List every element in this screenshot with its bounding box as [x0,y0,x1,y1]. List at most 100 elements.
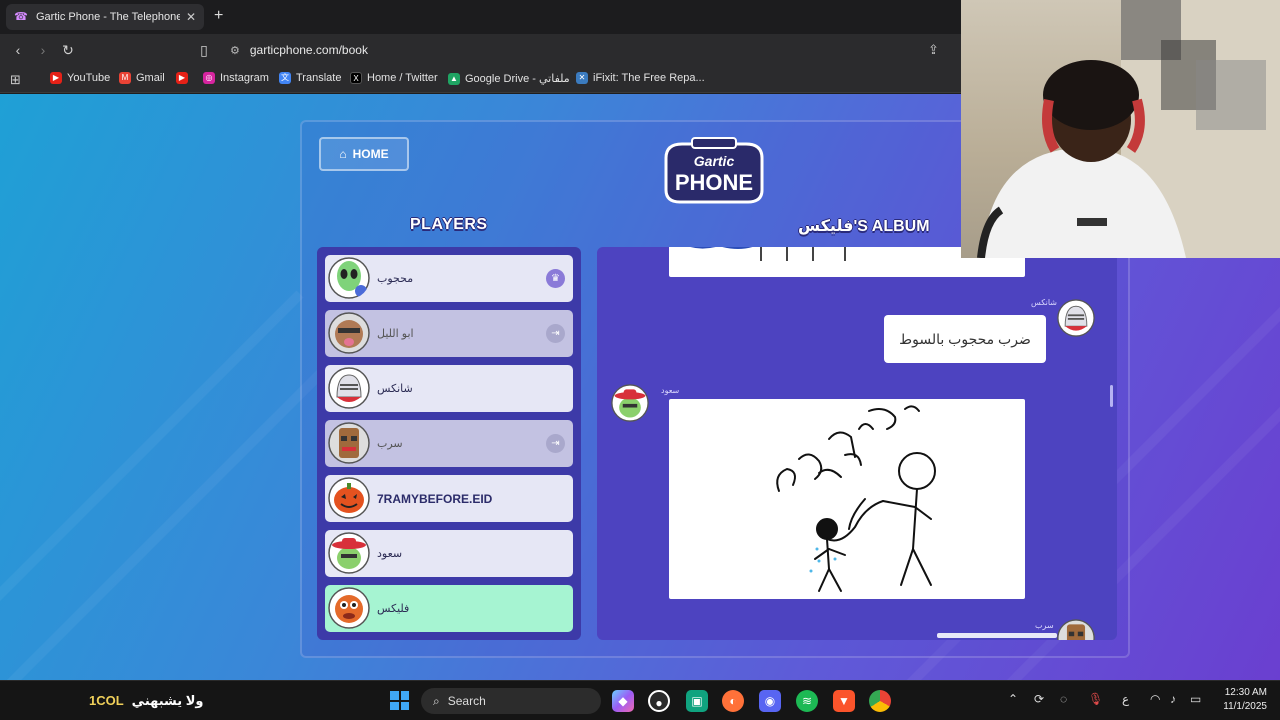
bookmark-twitter[interactable]: X Home / Twitter [350,72,438,84]
album-feed[interactable]: شانكس ضرب محجوب بالسوط سعود سرب [597,247,1117,640]
share-icon[interactable]: ⇪ [928,42,939,58]
bookmark-icon[interactable]: ▯ [192,42,216,59]
forward-icon[interactable]: › [31,42,55,58]
logo-line2: PHONE [675,170,753,195]
tiki-avatar-icon [1057,619,1095,640]
player-row[interactable]: 7RAMYBEFORE.EID [325,475,573,522]
away-icon: ⇥ [546,434,565,453]
search-icon: ⌕ [433,693,440,708]
player-row[interactable]: محجوب ♛ [325,255,573,302]
apps-grid-icon[interactable]: ⊞ [10,72,21,88]
message-text: ضرب محجوب بالسوط [899,330,1031,347]
sync-icon[interactable]: ⟳ [1034,692,1044,706]
reload-icon[interactable]: ↻ [56,42,80,59]
player-name: محجوب [377,273,414,285]
fish-avatar-icon [328,587,370,629]
logo-line1: Gartic [694,153,735,169]
url-field[interactable]: ⚙ garticphone.com/book [230,40,368,60]
chrome-icon[interactable] [869,690,891,712]
microphone-icon[interactable]: 🎙 [1088,692,1103,706]
bookmark-instagram[interactable]: ◎ Instagram [203,72,269,84]
knight-avatar-icon [1057,299,1095,337]
away-icon: ⇥ [546,324,565,343]
tray-overflow-icon[interactable]: ⌃ [1008,692,1018,706]
player-name: شانكس [377,383,413,395]
webcam-feed [977,0,1280,258]
bookmark-youtube[interactable]: ▶ YouTube [50,72,110,84]
bookmark-drive[interactable]: ▲ Google Drive - ملفاتي [448,72,570,85]
player-row-active[interactable]: فليكس [325,585,573,632]
firefox-icon[interactable]: ◐ [722,690,744,712]
message-author: شانكس [1031,298,1057,307]
tiki-avatar-icon [328,422,370,464]
brave-icon[interactable]: ▼ [833,690,855,712]
drawing-card [669,399,1025,599]
drive-icon: ▲ [448,72,460,85]
players-list: محجوب ♛ ابو الليل ⇥ شانكس سرب ⇥ 7RAMYBEF… [317,247,581,640]
player-name: سرب [377,438,403,450]
app-icon[interactable]: ▣ [686,690,708,712]
sombrero-avatar-icon [328,532,370,574]
player-row[interactable]: شانكس [325,365,573,412]
player-name: 7RAMYBEFORE.EID [377,491,493,506]
back-icon[interactable]: ‹ [6,42,30,58]
close-tab-icon[interactable]: ✕ [186,10,196,24]
album-scrollbar[interactable] [1110,385,1113,407]
phone-icon: ☎ [14,11,28,23]
copilot-icon[interactable]: ◆ [612,690,634,712]
translate-icon: 文 [279,72,291,84]
player-name: سعود [377,548,403,560]
bookmark-youtube-2[interactable]: ▶ [176,72,193,84]
x-icon: X [350,72,362,84]
volume-icon[interactable]: ♪ [1170,692,1176,706]
windows-start-icon[interactable] [390,691,409,710]
player-name: ابو الليل [377,328,414,340]
gartic-phone-logo: Gartic PHONE [664,137,764,204]
instagram-icon: ◎ [203,72,215,84]
webcam-overlay [961,0,1280,258]
player-drawing [776,405,936,592]
message-bubble: ضرب محجوب بالسوط [884,315,1046,363]
obs-icon[interactable]: ● [648,690,670,712]
sombrero-avatar-icon [611,384,649,422]
alien-avatar-icon [328,257,370,299]
players-title: PLAYERS [410,216,488,233]
pumpkin-avatar-icon [328,477,370,519]
album-title: فليكس'S ALBUM [798,218,930,235]
clock[interactable]: 12:30 AM 11/1/2025 [1215,686,1267,714]
player-row[interactable]: ابو الليل ⇥ [325,310,573,357]
discord-icon[interactable]: ◉ [759,690,781,712]
clock-time: 12:30 AM [1224,687,1267,698]
house-icon: ⌂ [339,147,347,161]
player-row[interactable]: سعود [325,530,573,577]
next-card-edge [937,633,1057,638]
bookmark-translate[interactable]: 文 Translate [279,72,341,84]
site-settings-icon[interactable]: ⚙ [230,44,240,57]
tab-title: Gartic Phone - The Telephone Ga [36,11,180,23]
gmail-icon: M [119,72,131,84]
player-name: فليكس [377,603,410,615]
next-author: سرب [1035,621,1054,630]
bear-avatar-icon [328,312,370,354]
browser-tab[interactable]: ☎ Gartic Phone - The Telephone Ga ✕ [6,4,204,30]
home-button[interactable]: ⌂ HOME [319,137,409,171]
url-text: garticphone.com/book [249,43,368,57]
location-icon[interactable]: ◌ [1060,692,1067,706]
bookmark-ifixit[interactable]: ✕ iFixit: The Free Repa... [576,72,705,84]
ifixit-icon: ✕ [576,72,588,84]
new-tab-button[interactable]: + [214,7,223,25]
player-row[interactable]: سرب ⇥ [325,420,573,467]
bookmark-gmail[interactable]: M Gmail [119,72,165,84]
taskbar-search[interactable]: ⌕ Search [421,688,601,714]
knight-avatar-icon [328,367,370,409]
stream-caption: 1COL ولا يشبهني [89,693,204,708]
crown-icon: ♛ [546,269,565,288]
wifi-icon[interactable]: ◠ [1150,692,1160,706]
battery-icon[interactable]: ▭ [1190,692,1201,706]
youtube-icon: ▶ [50,72,62,84]
clock-date: 11/1/2025 [1223,701,1267,712]
language-indicator[interactable]: ع [1122,692,1129,706]
taskbar: 1COL ولا يشبهني ⌕ Search ◆ ● ▣ ◐ ◉ ≋ ▼ ⌃… [0,680,1280,720]
youtube-icon: ▶ [176,72,188,84]
spotify-icon[interactable]: ≋ [796,690,818,712]
